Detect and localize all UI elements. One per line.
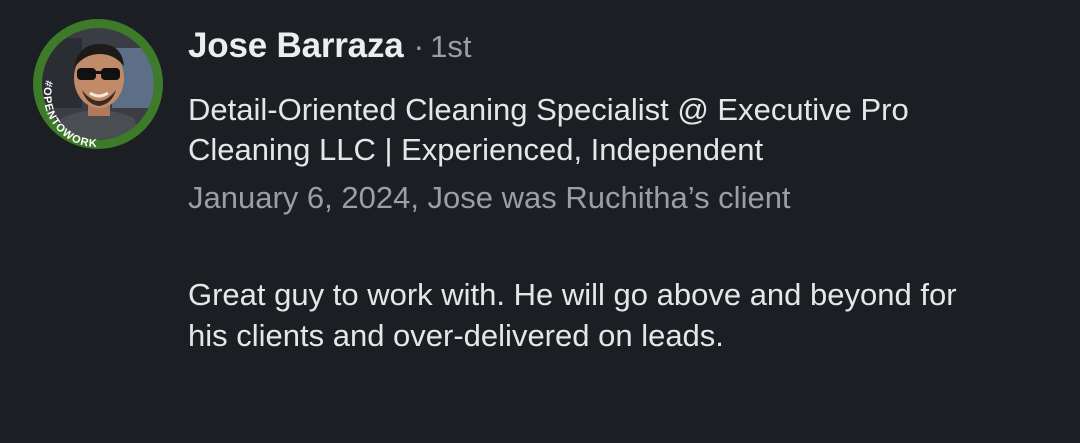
recommendation-card: #OPENTOWORK Jose Barraza · 1st Detail-Or… — [0, 0, 1080, 443]
author-row: Jose Barraza · 1st — [188, 26, 1048, 76]
author-name[interactable]: Jose Barraza — [188, 26, 404, 66]
connection-degree: 1st — [430, 29, 472, 64]
recommendation-content: Jose Barraza · 1st Detail-Oriented Clean… — [188, 26, 1048, 356]
author-headline: Detail-Oriented Cleaning Specialist @ Ex… — [188, 92, 909, 167]
avatar[interactable]: #OPENTOWORK — [32, 18, 164, 150]
name-separator: · — [413, 28, 425, 64]
recommendation-text: Great guy to work with. He will go above… — [188, 277, 957, 353]
recommendation-meta: January 6, 2024, Jose was Ruchitha’s cli… — [188, 180, 791, 215]
profile-photo: #OPENTOWORK — [33, 19, 163, 150]
